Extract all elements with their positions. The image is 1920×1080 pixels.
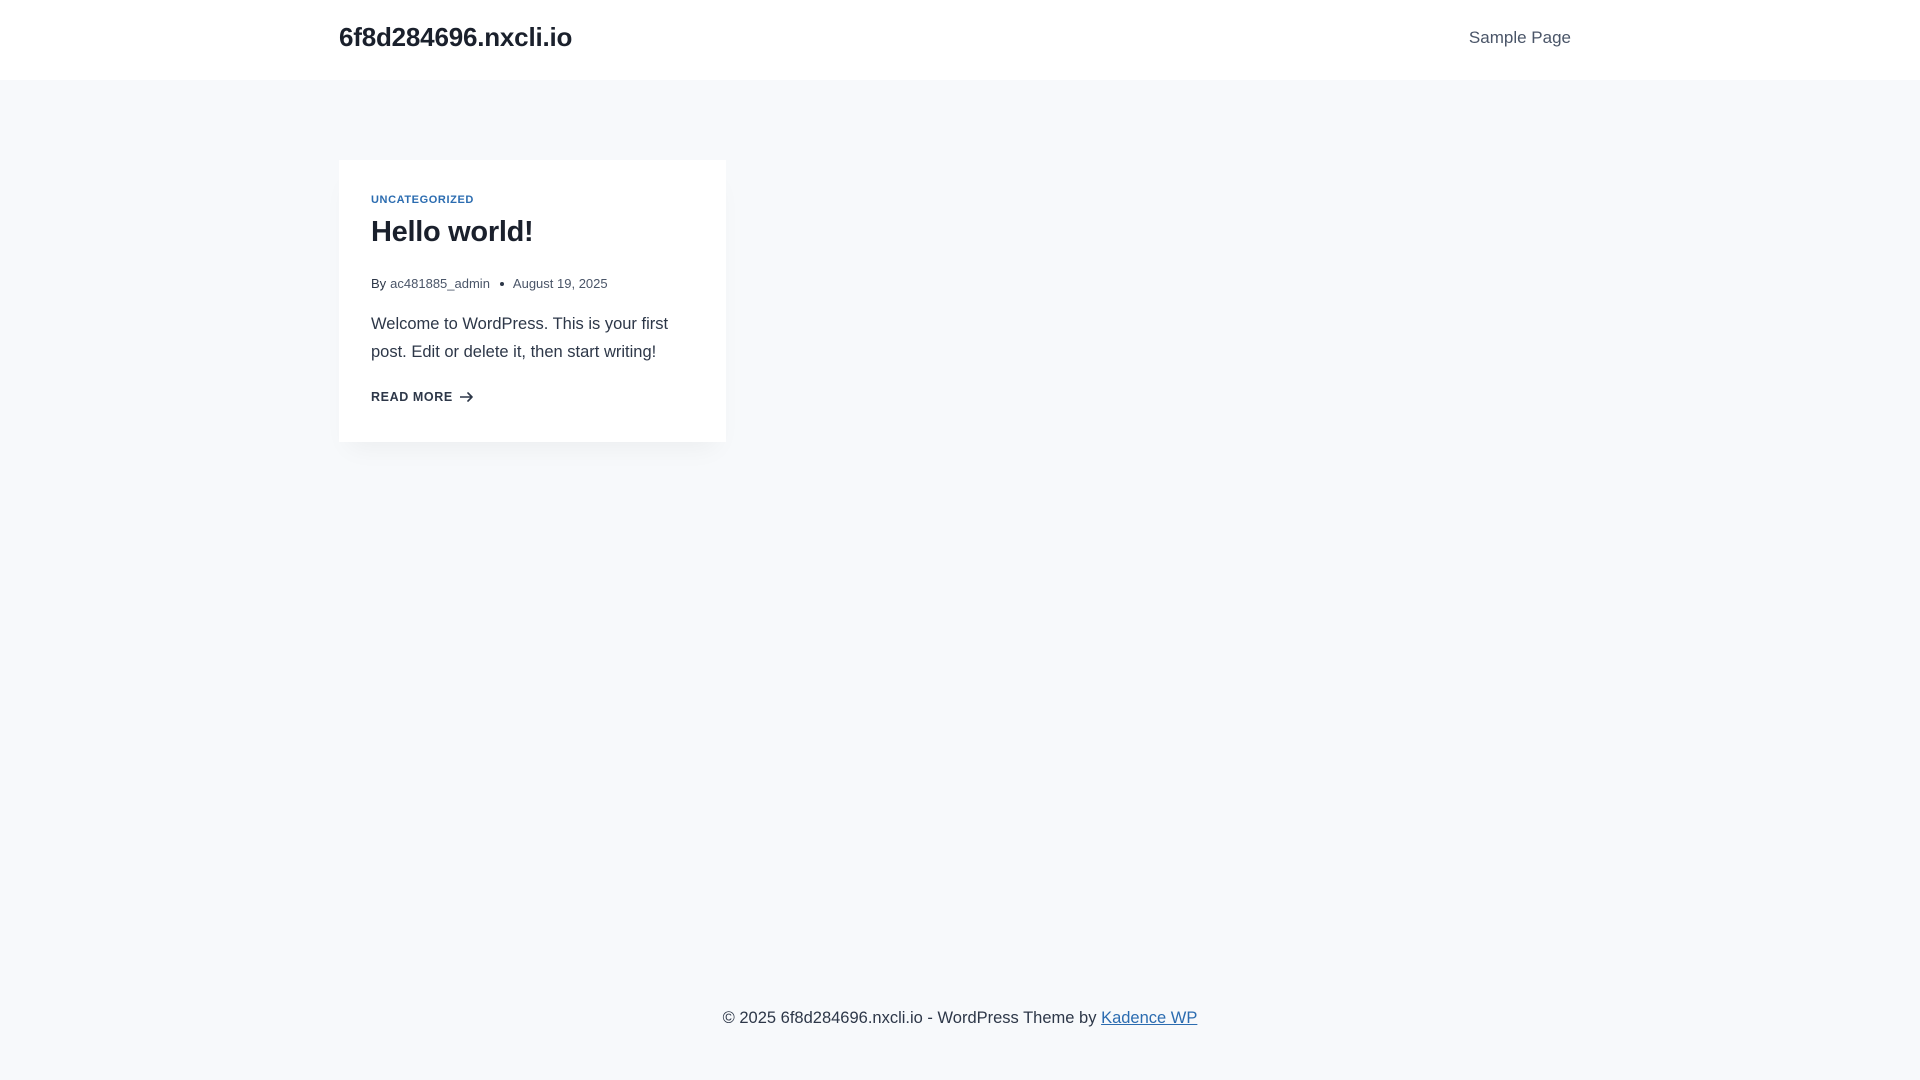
post-author-link[interactable]: ac481885_admin bbox=[390, 276, 490, 291]
read-more-label: READ MORE bbox=[371, 390, 453, 404]
post-category-link[interactable]: UNCATEGORIZED bbox=[371, 194, 474, 206]
meta-separator-dot bbox=[499, 281, 504, 286]
footer-credit: © 2025 6f8d284696.nxcli.io - WordPress T… bbox=[0, 1009, 1920, 1028]
read-more-link[interactable]: READ MORE bbox=[371, 390, 474, 404]
site-title-link[interactable]: 6f8d284696.nxcli.io bbox=[339, 22, 572, 53]
nav-item-sample-page[interactable]: Sample Page bbox=[1469, 28, 1571, 48]
site-header: 6f8d284696.nxcli.io Sample Page bbox=[0, 0, 1920, 80]
footer-theme-link[interactable]: Kadence WP bbox=[1101, 1009, 1197, 1027]
post-card: UNCATEGORIZED Hello world! By ac481885_a… bbox=[339, 160, 726, 442]
post-excerpt: Welcome to WordPress. This is your first… bbox=[371, 315, 669, 361]
post-date: August 19, 2025 bbox=[512, 276, 608, 291]
post-meta: By ac481885_admin August 19, 2025 bbox=[371, 276, 608, 291]
arrow-right-icon bbox=[459, 392, 473, 402]
byline-prefix: By bbox=[371, 276, 387, 291]
footer-copyright-text: © 2025 6f8d284696.nxcli.io - WordPress T… bbox=[722, 1009, 1097, 1027]
post-title-link[interactable]: Hello world! bbox=[371, 216, 534, 249]
